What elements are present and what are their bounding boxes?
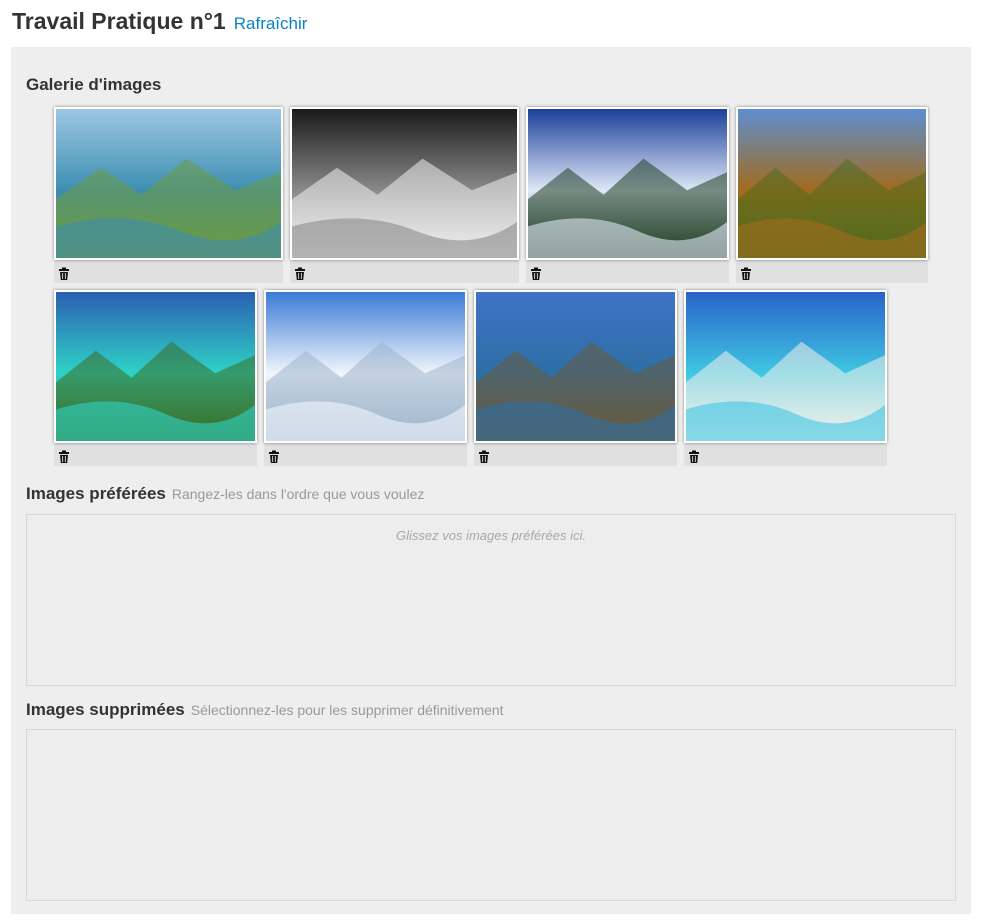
favorites-placeholder: Glissez vos images préférées ici. <box>395 528 586 543</box>
deleted-dropzone[interactable] <box>26 729 956 901</box>
gallery-item[interactable] <box>264 290 467 466</box>
page-header: Travail Pratique n°1 Rafraîchir <box>12 8 307 35</box>
trash-icon[interactable] <box>58 450 70 464</box>
refresh-link[interactable]: Rafraîchir <box>234 14 308 34</box>
favorites-title: Images préférées <box>26 484 166 503</box>
main-panel: Galerie d'images Images préférées Rangez… <box>11 47 971 914</box>
deleted-header: Images supprimées Sélectionnez-les pour … <box>26 700 504 720</box>
gallery-image[interactable] <box>736 107 928 260</box>
gallery-title-text: Galerie d'images <box>26 75 162 94</box>
gallery-item[interactable] <box>54 290 257 466</box>
favorites-header: Images préférées Rangez-les dans l'ordre… <box>26 484 424 504</box>
gallery-item[interactable] <box>474 290 677 466</box>
gallery-image[interactable] <box>290 107 519 260</box>
trash-icon[interactable] <box>478 450 490 464</box>
trash-icon[interactable] <box>294 267 306 281</box>
trash-icon[interactable] <box>688 450 700 464</box>
trash-icon[interactable] <box>740 267 752 281</box>
gallery-image[interactable] <box>264 290 467 443</box>
gallery-title: Galerie d'images <box>26 75 161 95</box>
trash-icon[interactable] <box>530 267 542 281</box>
favorites-subtitle: Rangez-les dans l'ordre que vous voulez <box>171 486 425 502</box>
gallery-item[interactable] <box>684 290 887 466</box>
deleted-subtitle: Sélectionnez-les pour les supprimer défi… <box>190 702 504 718</box>
page-title: Travail Pratique n°1 <box>12 8 226 34</box>
gallery-image[interactable] <box>474 290 677 443</box>
trash-icon[interactable] <box>58 267 70 281</box>
gallery-item[interactable] <box>54 107 283 283</box>
gallery-image[interactable] <box>54 290 257 443</box>
deleted-title: Images supprimées <box>26 700 185 719</box>
gallery-image[interactable] <box>526 107 729 260</box>
gallery-item[interactable] <box>736 107 928 283</box>
gallery-item[interactable] <box>290 107 519 283</box>
gallery-image[interactable] <box>54 107 283 260</box>
favorites-dropzone[interactable]: Glissez vos images préférées ici. <box>26 514 956 686</box>
gallery-image[interactable] <box>684 290 887 443</box>
trash-icon[interactable] <box>268 450 280 464</box>
gallery-item[interactable] <box>526 107 729 283</box>
